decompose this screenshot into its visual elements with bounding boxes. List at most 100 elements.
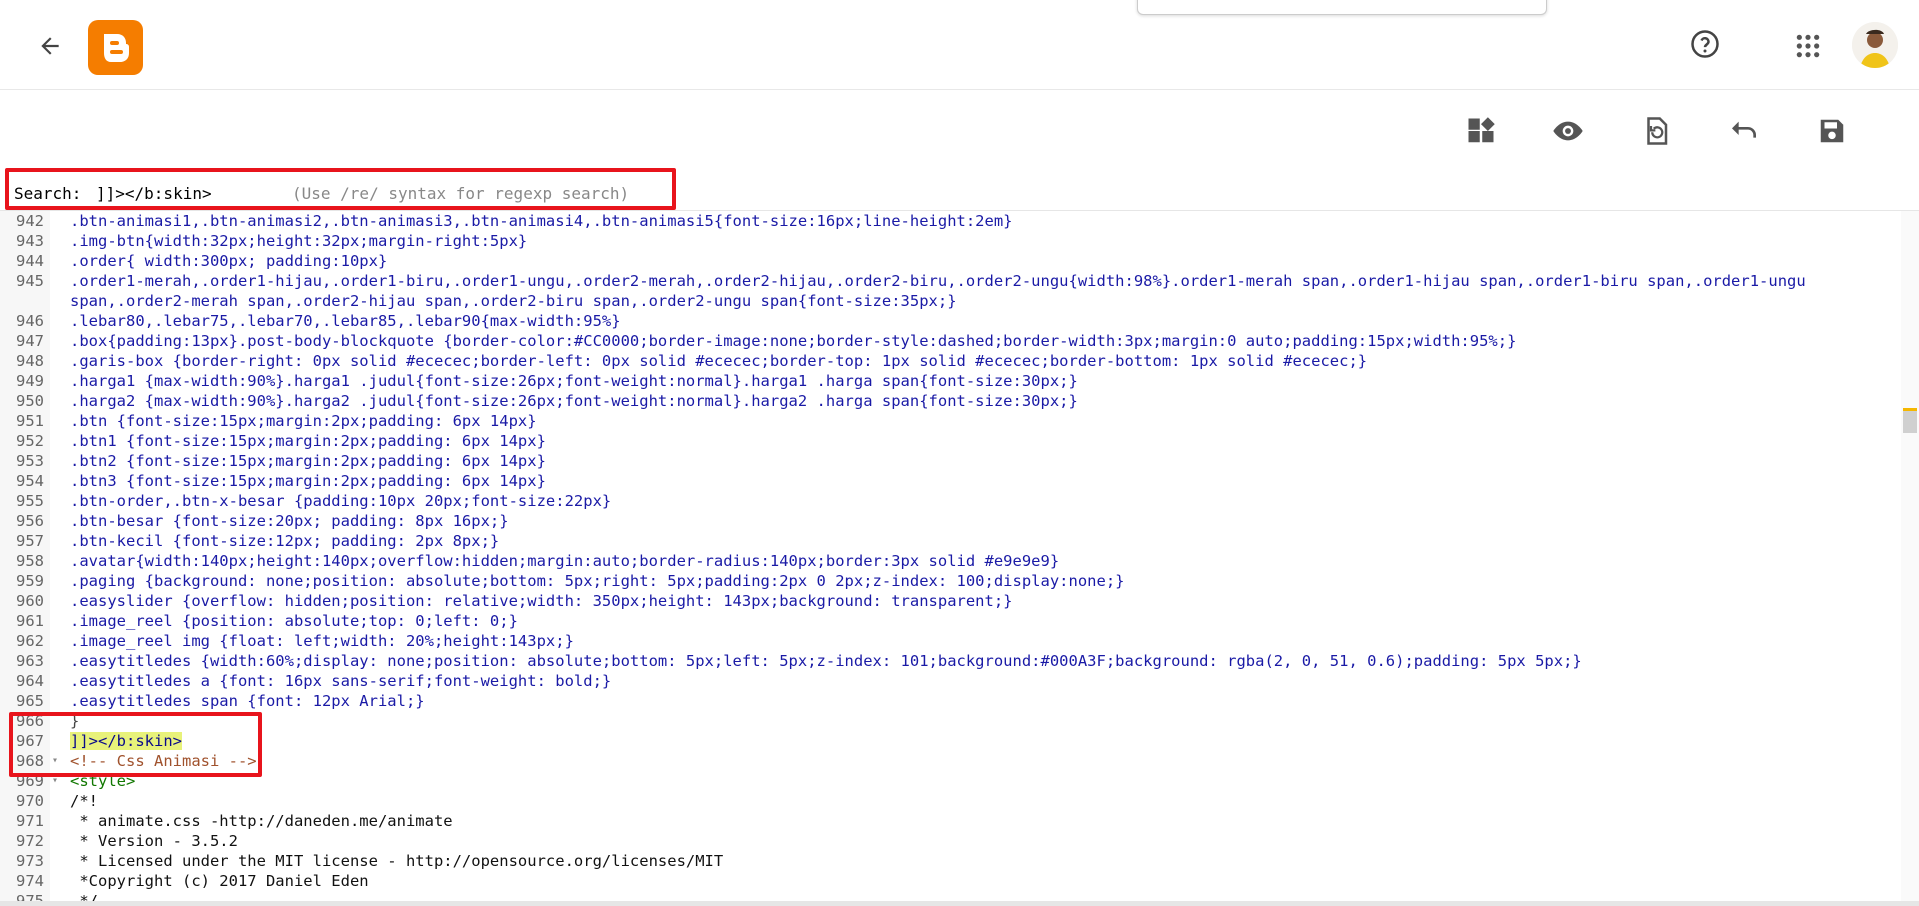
code-text: .easytitledes a {font: 16px sans-serif;f…: [70, 672, 612, 690]
code-line: 970 /*!: [0, 791, 1900, 811]
code-text: .image_reel {position: absolute;top: 0;l…: [70, 612, 518, 630]
code-line: 964 .easytitledes a {font: 16px sans-seri…: [0, 671, 1900, 691]
code-text: .btn {font-size:15px;margin:2px;padding:…: [70, 412, 537, 430]
line-number: 956: [0, 511, 50, 531]
line-number: 948: [0, 351, 50, 371]
code-text: .harga2 {max-width:90%}.harga2 .judul{fo…: [70, 392, 1078, 410]
code-line: 951 .btn {font-size:15px;margin:2px;paddi…: [0, 411, 1900, 431]
code-line: 965 .easytitledes span {font: 12px Arial;…: [0, 691, 1900, 711]
line-number: 972: [0, 831, 50, 851]
line-number: 953: [0, 451, 50, 471]
help-icon[interactable]: [1687, 26, 1723, 62]
line-number: 969: [0, 771, 50, 791]
apps-grid-icon[interactable]: [1790, 28, 1826, 64]
code-text: .btn1 {font-size:15px;margin:2px;padding…: [70, 432, 546, 450]
code-text: .image_reel img {float: left;width: 20%;…: [70, 632, 574, 650]
code-editor[interactable]: 942 .btn-animasi1,.btn-animasi2,.btn-anim…: [0, 211, 1900, 903]
code-line: 956 .btn-besar {font-size:20px; padding: …: [0, 511, 1900, 531]
code-line: 950 .harga2 {max-width:90%}.harga2 .judul…: [0, 391, 1900, 411]
line-number: 944: [0, 251, 50, 271]
code-text: .btn-animasi1,.btn-animasi2,.btn-animasi…: [70, 212, 1013, 230]
line-number: 942: [0, 211, 50, 231]
code-line: 947 .box{padding:13px}.post-body-blockquo…: [0, 331, 1900, 351]
code-line: 954 .btn3 {font-size:15px;margin:2px;padd…: [0, 471, 1900, 491]
code-text: .lebar80,.lebar75,.lebar70,.lebar85,.leb…: [70, 312, 621, 330]
code-line: 948 .garis-box {border-right: 0px solid #…: [0, 351, 1900, 371]
preview-eye-icon[interactable]: [1548, 111, 1588, 151]
code-line: 966}: [0, 711, 1900, 731]
line-number: 960: [0, 591, 50, 611]
code-text: .box{padding:13px}.post-body-blockquote …: [70, 332, 1517, 350]
line-number: 971: [0, 811, 50, 831]
code-text: .harga1 {max-width:90%}.harga1 .judul{fo…: [70, 372, 1078, 390]
line-number: 967: [0, 731, 50, 751]
fold-arrow-icon[interactable]: ▾: [52, 771, 58, 791]
search-hint: (Use /re/ syntax for regexp search): [292, 184, 630, 203]
code-line: 952 .btn1 {font-size:15px;margin:2px;padd…: [0, 431, 1900, 451]
code-line: 969 ▾ <style>: [0, 771, 1900, 791]
restore-icon[interactable]: [1636, 111, 1676, 151]
top-app-bar: [0, 0, 1919, 90]
code-line: 962 .image_reel img {float: left;width: 2…: [0, 631, 1900, 651]
code-line: 967 ]]></b:skin>: [0, 731, 1900, 751]
code-line: 946 .lebar80,.lebar75,.lebar70,.lebar85,.…: [0, 311, 1900, 331]
code-text: *Copyright (c) 2017 Daniel Eden: [70, 872, 369, 890]
code-text: .garis-box {border-right: 0px solid #ece…: [70, 352, 1368, 370]
scrollbar-thumb[interactable]: [1903, 408, 1917, 433]
code-line: 957 .btn-kecil {font-size:12px; padding: …: [0, 531, 1900, 551]
search-match: ]]></b:skin>: [70, 732, 182, 750]
theme-widget-icon[interactable]: [1461, 111, 1501, 151]
code-line: 958 .avatar{width:140px;height:140px;over…: [0, 551, 1900, 571]
line-number: 959: [0, 571, 50, 591]
save-icon[interactable]: [1812, 111, 1852, 151]
code-text: ]]></b:skin>: [50, 731, 182, 751]
horizontal-scrollbar[interactable]: [0, 901, 1919, 906]
code-text: /*!: [70, 792, 98, 810]
line-number: 955: [0, 491, 50, 511]
line-number: 949: [0, 371, 50, 391]
line-number: 950: [0, 391, 50, 411]
code-text: .easytitledes {width:60%;display: none;p…: [70, 652, 1582, 670]
back-arrow-icon[interactable]: [34, 30, 66, 62]
code-line: 945 .order1-merah,.order1-hijau,.order1-b…: [0, 271, 1900, 311]
line-number: 966: [0, 711, 50, 731]
user-avatar[interactable]: [1852, 22, 1898, 68]
line-number: 957: [0, 531, 50, 551]
code-line: 960 .easyslider {overflow: hidden;positio…: [0, 591, 1900, 611]
code-text: * animate.css -http://daneden.me/animate: [70, 812, 453, 830]
code-text: .order1-merah,.order1-hijau,.order1-biru…: [70, 272, 1816, 310]
undo-icon[interactable]: [1724, 111, 1764, 151]
search-input[interactable]: [96, 182, 286, 204]
code-line: 973 * Licensed under the MIT license - h…: [0, 851, 1900, 871]
search-label: Search:: [14, 184, 82, 203]
notification-popup-edge: [1137, 0, 1547, 15]
code-line: 953 .btn2 {font-size:15px;margin:2px;padd…: [0, 451, 1900, 471]
line-number: 963: [0, 651, 50, 671]
editor-toolbar: [0, 90, 1919, 179]
line-number: 970: [0, 791, 50, 811]
vertical-scrollbar[interactable]: [1901, 211, 1919, 903]
code-text: .img-btn{width:32px;height:32px;margin-r…: [70, 232, 528, 250]
search-bar: Search: (Use /re/ syntax for regexp sear…: [0, 178, 1919, 211]
line-number: 965: [0, 691, 50, 711]
blogger-logo-icon[interactable]: [88, 20, 143, 75]
code-line: 963 .easytitledes {width:60%;display: non…: [0, 651, 1900, 671]
code-text: .btn-besar {font-size:20px; padding: 8px…: [70, 512, 509, 530]
code-line: 959 .paging {background: none;position: a…: [0, 571, 1900, 591]
code-line: 943 .img-btn{width:32px;height:32px;margi…: [0, 231, 1900, 251]
code-line: 971 * animate.css -http://daneden.me/ani…: [0, 811, 1900, 831]
line-number: 968: [0, 751, 50, 771]
code-text: }: [70, 712, 80, 730]
code-text: .paging {background: none;position: abso…: [70, 572, 1125, 590]
code-text: * Licensed under the MIT license - http:…: [70, 852, 724, 870]
code-text: .btn-kecil {font-size:12px; padding: 2px…: [70, 532, 500, 550]
code-text: .btn3 {font-size:15px;margin:2px;padding…: [70, 472, 546, 490]
line-number: 973: [0, 851, 50, 871]
line-number: 943: [0, 231, 50, 251]
code-text: .btn2 {font-size:15px;margin:2px;padding…: [70, 452, 546, 470]
line-number: 946: [0, 311, 50, 331]
code-line: 968 ▾ <!-- Css Animasi -->: [0, 751, 1900, 771]
code-text: .order{ width:300px; padding:10px}: [70, 252, 388, 270]
code-text: .avatar{width:140px;height:140px;overflo…: [70, 552, 1060, 570]
fold-arrow-icon[interactable]: ▾: [52, 751, 58, 771]
